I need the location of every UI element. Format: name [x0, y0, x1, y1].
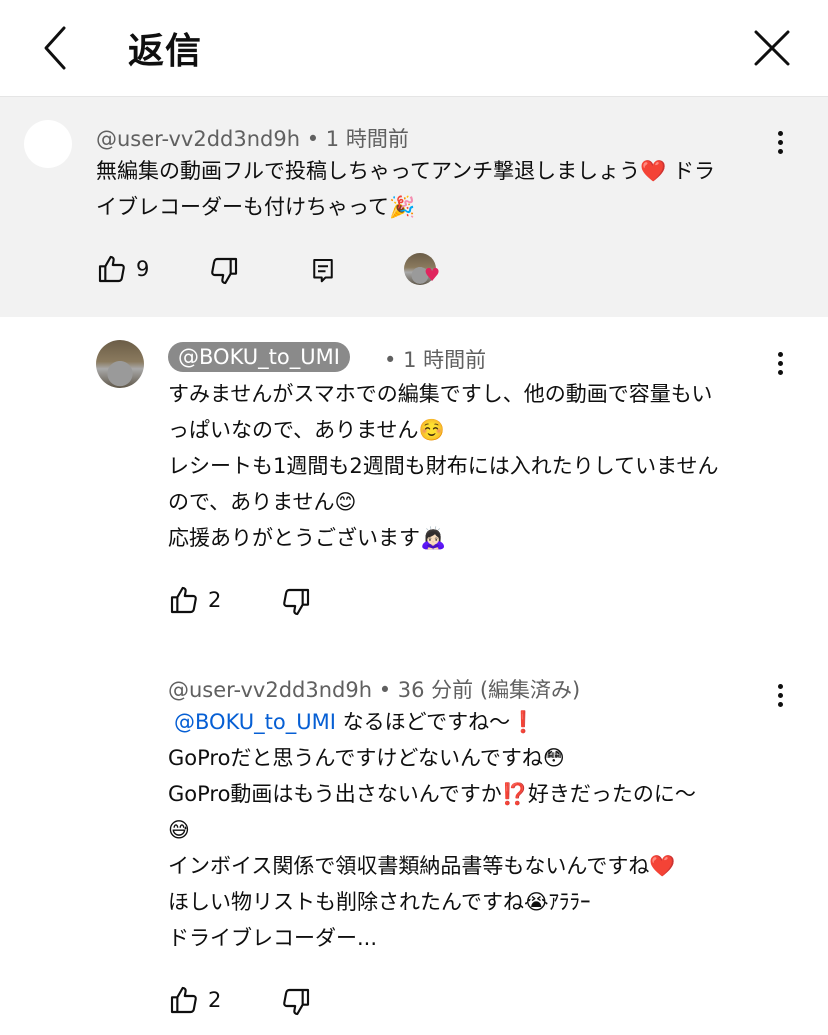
- back-arrow-icon: [44, 26, 66, 70]
- reply-icon: [313, 259, 333, 283]
- author-name[interactable]: @user-vv2dd3nd9h: [96, 127, 300, 151]
- close-icon: [754, 30, 790, 66]
- dislike-icon: [211, 257, 238, 285]
- comment-text: すみませんがスマホでの編集ですし、他の動画で容量もい っぱいなので、ありません☺…: [168, 382, 719, 550]
- like-button[interactable]: [96, 253, 130, 287]
- like-icon: [170, 986, 197, 1014]
- comment-text: @BOKU_to_UMI なるほどですね〜❗ GoProだと思うんですけどないん…: [168, 710, 696, 950]
- author-name[interactable]: @BOKU_to_UMI: [168, 342, 350, 372]
- dislike-icon: [283, 988, 310, 1016]
- like-count: 2: [208, 988, 222, 1012]
- comment-meta: @user-vv2dd3nd9h • 36 分前 (編集済み): [168, 678, 581, 702]
- close-button[interactable]: [748, 24, 796, 72]
- dislike-button[interactable]: [208, 255, 242, 289]
- dislike-button[interactable]: [280, 986, 314, 1020]
- page-title: 返信: [128, 31, 203, 72]
- like-button[interactable]: [168, 984, 202, 1018]
- author-name[interactable]: @user-vv2dd3nd9h: [168, 678, 372, 702]
- comment-text: 無編集の動画フルで投稿しちゃってアンチ撃退しましょう❤️ ドラ イブレコーダーも…: [96, 159, 715, 219]
- party-emoji: 🎉: [388, 195, 416, 219]
- avatar[interactable]: [96, 340, 144, 388]
- back-button[interactable]: [34, 24, 78, 72]
- like-count: 2: [208, 588, 222, 612]
- comment-time: 36 分前 (編集済み): [397, 678, 581, 702]
- like-icon: [98, 255, 125, 283]
- comment-time: 1 時間前: [403, 348, 487, 372]
- reply-button[interactable]: [308, 255, 342, 289]
- like-icon: [170, 586, 197, 614]
- creator-heart-icon: ♥: [404, 253, 440, 287]
- heart-emoji: ❤️: [640, 159, 667, 183]
- header: 返信: [0, 0, 828, 97]
- comment-meta: • 1 時間前: [384, 348, 487, 372]
- avatar[interactable]: [24, 120, 72, 168]
- like-count: 9: [136, 257, 150, 281]
- dislike-icon: [283, 588, 310, 616]
- mention-link[interactable]: @BOKU_to_UMI: [174, 710, 336, 734]
- dislike-button[interactable]: [280, 586, 314, 620]
- like-button[interactable]: [168, 584, 202, 618]
- comment-time: 1 時間前: [325, 127, 409, 151]
- comment-meta: @user-vv2dd3nd9h • 1 時間前: [96, 127, 409, 151]
